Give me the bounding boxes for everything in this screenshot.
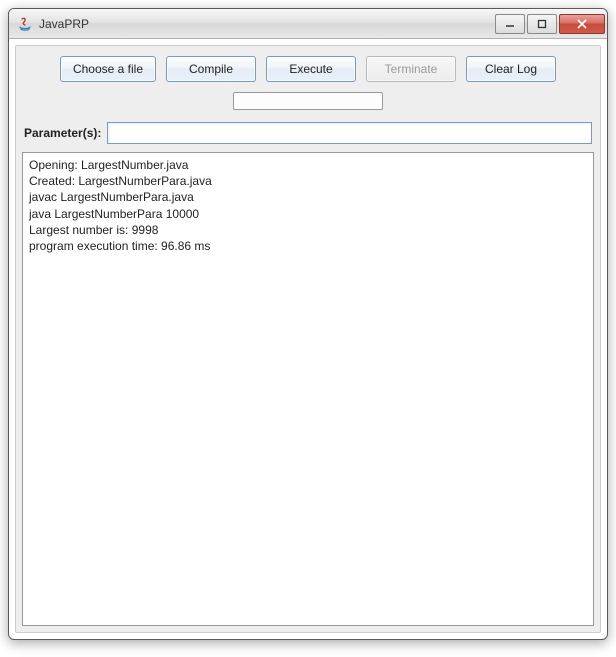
- parameters-row: Parameter(s):: [16, 116, 600, 152]
- terminate-button: Terminate: [366, 56, 456, 82]
- parameters-label: Parameter(s):: [24, 126, 101, 140]
- content-area: Choose a file Compile Execute Terminate …: [15, 45, 601, 633]
- execute-button[interactable]: Execute: [266, 56, 356, 82]
- button-row: Choose a file Compile Execute Terminate …: [24, 56, 592, 82]
- choose-file-button[interactable]: Choose a file: [60, 56, 156, 82]
- compile-button[interactable]: Compile: [166, 56, 256, 82]
- maximize-button[interactable]: [527, 14, 557, 34]
- window-controls: [493, 14, 605, 34]
- toolbar: Choose a file Compile Execute Terminate …: [16, 46, 600, 116]
- log-output[interactable]: Opening: LargestNumber.java Created: Lar…: [22, 152, 594, 626]
- close-button[interactable]: [559, 14, 605, 34]
- java-icon: [17, 16, 33, 32]
- app-window: JavaPRP Choose a file Compile Execute Te…: [8, 8, 608, 640]
- titlebar[interactable]: JavaPRP: [9, 9, 607, 39]
- clear-log-button[interactable]: Clear Log: [466, 56, 556, 82]
- progress-bar: [233, 92, 383, 110]
- window-title: JavaPRP: [39, 17, 493, 31]
- parameters-input[interactable]: [107, 122, 592, 144]
- minimize-button[interactable]: [495, 14, 525, 34]
